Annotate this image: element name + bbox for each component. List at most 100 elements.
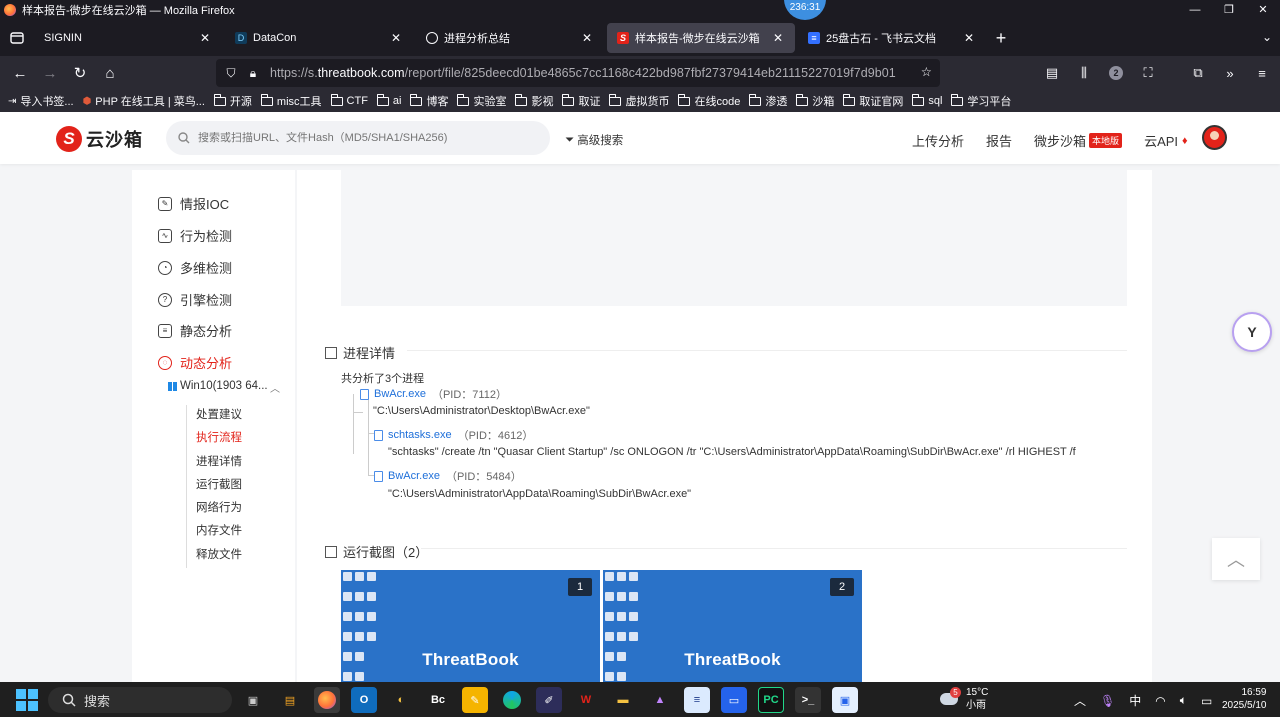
forward-button[interactable]: → xyxy=(35,58,65,88)
sidebar-item-dynamic[interactable]: ◌ 动态分析 xyxy=(158,353,232,372)
tab-datacon[interactable]: D DataCon ✕ xyxy=(225,23,413,53)
volume-icon[interactable]: 🔈︎ xyxy=(1180,693,1187,708)
sub-item-flow[interactable]: 执行流程 xyxy=(187,428,242,451)
sidebar-item-engine[interactable]: ? 引擎检测 xyxy=(158,290,232,309)
tab-process-summary[interactable]: 进程分析总结 ✕ xyxy=(416,23,604,53)
bookmark-folder[interactable]: misc工具 xyxy=(260,93,322,109)
sidebar-item-behavior[interactable]: ∿ 行为检测 xyxy=(158,226,232,245)
assistant-widget-icon[interactable]: Y xyxy=(1232,312,1272,352)
library-icon[interactable]: ⫼ xyxy=(1068,58,1100,88)
minimize-button[interactable]: — xyxy=(1178,0,1212,20)
task-view-icon[interactable]: ▣ xyxy=(240,687,266,713)
overflow-menu-icon[interactable]: » xyxy=(1214,58,1246,88)
bookmark-folder[interactable]: CTF xyxy=(330,93,368,107)
bookmark-folder[interactable]: 虚拟货币 xyxy=(609,93,669,109)
search-box[interactable] xyxy=(166,121,550,155)
clock[interactable]: 16:59 2025/5/10 xyxy=(1222,686,1267,712)
maximize-button[interactable]: ❐ xyxy=(1212,0,1246,20)
nav-report[interactable]: 报告 xyxy=(986,131,1012,150)
tab-close-icon[interactable]: ✕ xyxy=(962,31,976,45)
photos-icon[interactable]: ▭ xyxy=(721,687,747,713)
bookmark-folder[interactable]: 影视 xyxy=(515,93,553,109)
tab-sample-report[interactable]: S 样本报告-微步在线云沙箱 ✕ xyxy=(607,23,795,53)
start-button[interactable] xyxy=(16,688,38,711)
bookmark-folder[interactable]: 沙箱 xyxy=(796,93,834,109)
tab-close-icon[interactable]: ✕ xyxy=(771,31,785,45)
app-icon[interactable]: ◐ xyxy=(388,687,414,713)
app-icon[interactable]: ▤ xyxy=(277,687,303,713)
screenshot-thumbnail[interactable]: 1 ThreatBook xyxy=(341,570,600,682)
bookmark-star-icon[interactable]: ☆ xyxy=(921,64,932,79)
tab-feishu-doc[interactable]: ≡ 25盘古石 - 飞书云文档 ✕ xyxy=(798,23,986,53)
nav-upload[interactable]: 上传分析 xyxy=(912,131,964,150)
back-button[interactable]: ← xyxy=(5,58,35,88)
app-icon[interactable]: ✐ xyxy=(536,687,562,713)
taskbar-search[interactable]: 搜索 xyxy=(48,687,232,713)
reload-button[interactable]: ↻ xyxy=(65,58,95,88)
advanced-search-link[interactable]: ⏷ 高级搜索 xyxy=(565,132,623,148)
tab-close-icon[interactable]: ✕ xyxy=(389,31,403,45)
process-node[interactable]: schtasks.exe （PID：4612） xyxy=(374,427,533,443)
tab-list-button[interactable] xyxy=(0,20,34,56)
notepad-icon[interactable]: ≡ xyxy=(684,687,710,713)
bookmark-folder[interactable]: 取证官网 xyxy=(843,93,903,109)
avatar[interactable] xyxy=(1202,125,1227,150)
crop-icon[interactable]: ⛶ xyxy=(1132,58,1164,88)
tab-close-icon[interactable]: ✕ xyxy=(198,31,212,45)
pycharm-icon[interactable]: PC xyxy=(758,687,784,713)
bookmark-import[interactable]: ⇥ 导入书签... xyxy=(8,93,74,109)
bookmark-folder[interactable]: sql xyxy=(912,93,942,107)
shield-icon[interactable]: ⛉ xyxy=(220,66,242,81)
bookmark-folder[interactable]: 学习平台 xyxy=(951,93,1011,109)
process-node[interactable]: BwAcr.exe （PID：5484） xyxy=(374,468,522,484)
chevron-up-icon[interactable]: ︿ xyxy=(270,380,280,395)
tab-close-icon[interactable]: ✕ xyxy=(580,31,594,45)
notes-icon[interactable]: ✎ xyxy=(462,687,488,713)
bookmark-php-tools[interactable]: ⬢ PHP 在线工具 | 菜鸟... xyxy=(83,93,205,109)
sub-item-dropped[interactable]: 释放文件 xyxy=(187,545,242,568)
battery-icon[interactable]: ▭ xyxy=(1201,694,1212,708)
firefox-taskbar-icon[interactable] xyxy=(314,687,340,713)
app-icon[interactable]: ▣ xyxy=(832,687,858,713)
outlook-icon[interactable]: O xyxy=(351,687,377,713)
sub-item-network[interactable]: 网络行为 xyxy=(187,498,242,521)
search-input[interactable] xyxy=(198,132,538,144)
bookmark-folder[interactable]: 在线code xyxy=(678,93,740,109)
bookmark-folder[interactable]: ai xyxy=(376,93,401,107)
chevron-down-icon[interactable]: ⌄ xyxy=(1262,30,1272,44)
ime-indicator[interactable]: 中 xyxy=(1129,692,1141,709)
new-tab-button[interactable]: + xyxy=(989,28,1013,49)
sub-item-process[interactable]: 进程详情 xyxy=(187,452,242,475)
wps-icon[interactable]: W xyxy=(573,687,599,713)
chevron-up-icon[interactable]: ︿ xyxy=(1074,692,1086,709)
site-logo[interactable]: S 云沙箱 xyxy=(56,126,143,152)
bookmark-folder[interactable]: 开源 xyxy=(213,93,252,109)
extensions-icon[interactable]: ⧉ xyxy=(1182,58,1214,88)
home-button[interactable]: ⌂ xyxy=(95,58,125,88)
weather-widget[interactable]: 5 15°C 小雨 xyxy=(940,686,988,712)
bookmark-folder[interactable]: 渗透 xyxy=(749,93,787,109)
screenshot-thumbnail[interactable]: 2 ThreatBook xyxy=(603,570,862,682)
sub-item-advice[interactable]: 处置建议 xyxy=(187,405,242,428)
extensions-badge-button[interactable]: 2 xyxy=(1100,58,1132,88)
sidebar-item-static[interactable]: ≡ 静态分析 xyxy=(158,321,232,340)
bookmark-folder[interactable]: 实验室 xyxy=(457,93,506,109)
hamburger-menu-icon[interactable]: ≡ xyxy=(1246,58,1278,88)
tab-signin[interactable]: SIGNIN ✕ xyxy=(34,23,222,53)
process-node[interactable]: BwAcr.exe （PID：7112） xyxy=(360,386,507,402)
file-explorer-icon[interactable]: ▬ xyxy=(610,687,636,713)
edge-icon[interactable] xyxy=(499,687,525,713)
terminal-icon[interactable]: >_ xyxy=(795,687,821,713)
sidebar-item-multi[interactable]: ◔ 多维检测 xyxy=(158,258,232,277)
nav-cloud-api[interactable]: 云API ♦ xyxy=(1144,131,1188,150)
bookmark-folder[interactable]: 博客 xyxy=(410,93,448,109)
url-bar[interactable]: ⛉ 🔒︎ https://s.threatbook.com/report/fil… xyxy=(216,59,940,87)
back-to-top-button[interactable]: ︿ xyxy=(1212,538,1260,580)
close-window-button[interactable]: ✕ xyxy=(1246,0,1280,20)
bookmark-folder[interactable]: 取证 xyxy=(562,93,600,109)
sub-item-memory[interactable]: 内存文件 xyxy=(187,521,242,544)
microphone-icon[interactable]: 🎙︎ xyxy=(1100,694,1115,708)
bandicam-icon[interactable]: Bc xyxy=(425,687,451,713)
sub-item-screenshots[interactable]: 运行截图 xyxy=(187,475,242,498)
lock-icon[interactable]: 🔒︎ xyxy=(242,66,264,81)
